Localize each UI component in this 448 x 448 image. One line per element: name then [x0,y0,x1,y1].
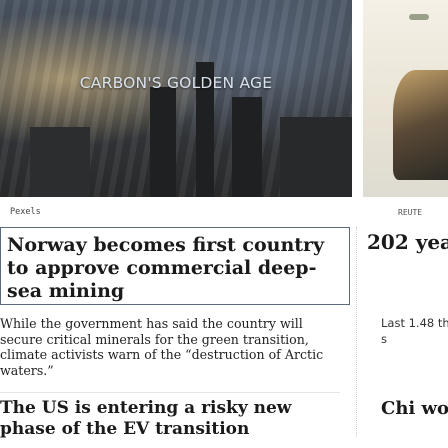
image-structure [280,117,352,197]
headline: Norway becomes first country to approve … [7,234,325,302]
headline-link-focused[interactable]: Norway becomes first country to approve … [0,227,350,305]
side-headline[interactable]: 202 yea [367,230,448,254]
image-detail [409,14,429,20]
image-detail [393,70,448,180]
column-divider [356,227,357,437]
side-image-credit: REUTE [398,208,423,217]
story-divider [0,392,340,393]
story-summary: While the government has said the countr… [0,316,324,378]
next-side-story-headline[interactable]: Chi wor [381,398,448,419]
side-story-image[interactable] [363,0,448,197]
next-story-headline[interactable]: The US is entering a risky new phase of … [0,398,346,440]
image-structure [30,127,90,197]
image-structure [150,87,176,197]
main-story-image[interactable]: CARBON'S GOLDEN AGE [0,0,352,197]
image-structure [232,97,262,197]
image-credit: Pexels [10,207,41,217]
image-caption: CARBON'S GOLDEN AGE [79,74,273,92]
side-story-summary: Last 1.48 the s [381,316,448,346]
